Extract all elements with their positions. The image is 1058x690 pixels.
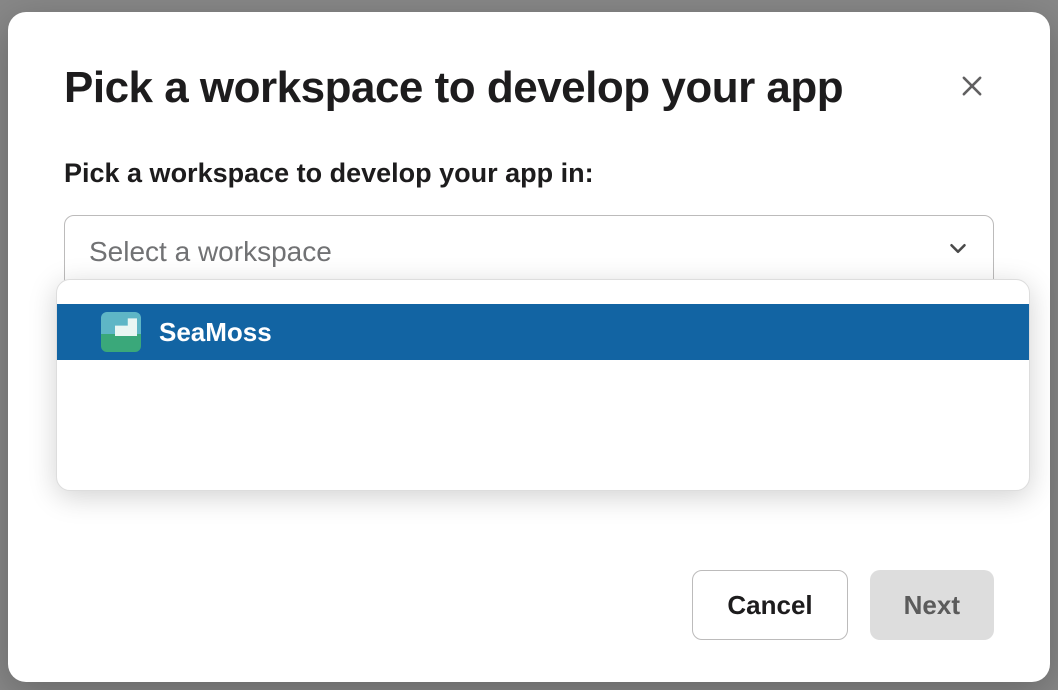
select-placeholder: Select a workspace — [89, 236, 332, 268]
workspace-name: SeaMoss — [159, 317, 272, 348]
chevron-down-icon — [945, 236, 971, 269]
field-label: Pick a workspace to develop your app in: — [64, 158, 994, 189]
workspace-icon — [101, 312, 141, 352]
close-button[interactable] — [950, 66, 994, 110]
workspace-option[interactable]: SeaMoss — [57, 304, 1029, 360]
workspace-picker-modal: Pick a workspace to develop your app Pic… — [8, 12, 1050, 682]
workspace-dropdown: SeaMoss — [56, 279, 1030, 491]
workspace-select[interactable]: Select a workspace — [64, 215, 994, 289]
modal-title: Pick a workspace to develop your app — [64, 64, 843, 112]
close-icon — [958, 72, 986, 105]
modal-footer: Cancel Next — [64, 570, 994, 640]
next-button[interactable]: Next — [870, 570, 994, 640]
modal-header: Pick a workspace to develop your app — [64, 64, 994, 112]
cancel-button[interactable]: Cancel — [692, 570, 847, 640]
workspace-select-wrap: Select a workspace SeaMoss — [64, 215, 994, 289]
